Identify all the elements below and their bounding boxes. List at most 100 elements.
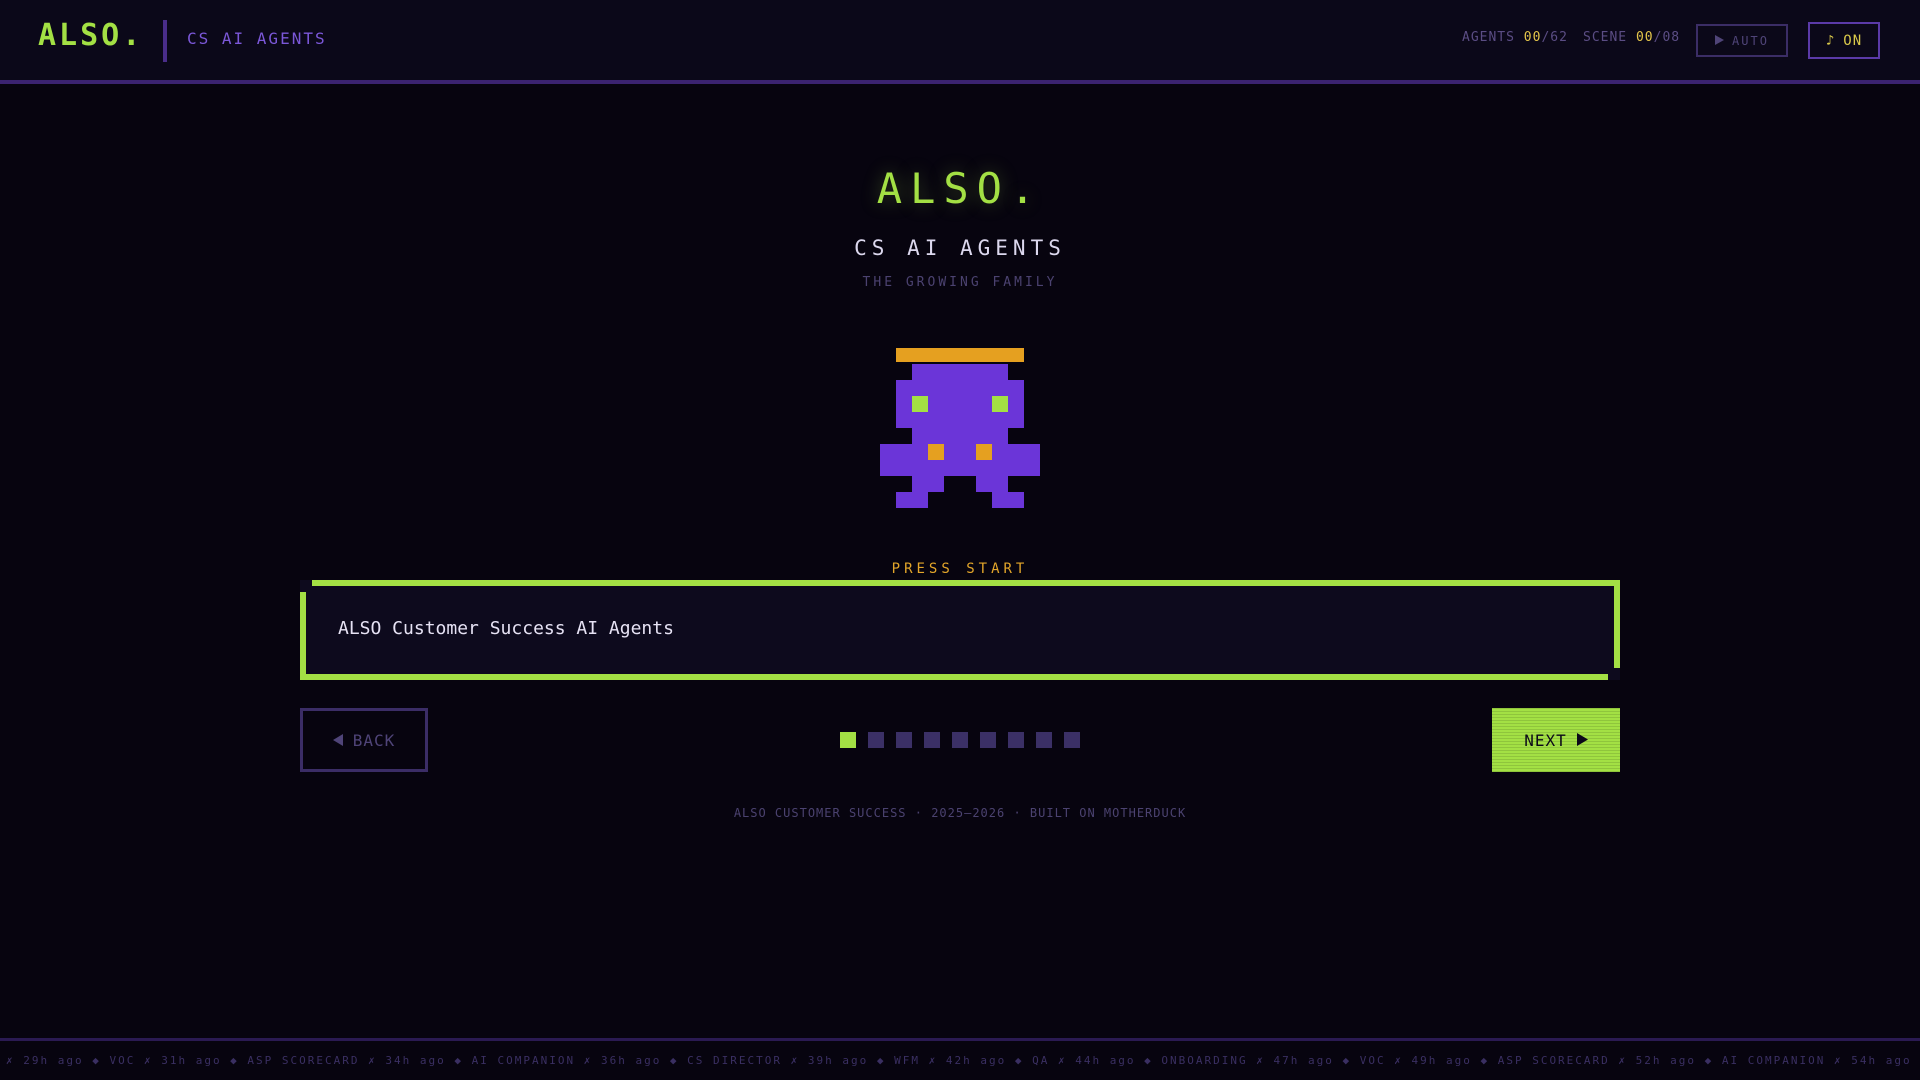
- sprite-body-pixel: [960, 460, 976, 476]
- music-note-icon: ♪: [1825, 32, 1836, 49]
- sprite-body-pixel: [1024, 460, 1040, 476]
- back-label: BACK: [352, 730, 396, 750]
- sprite-body-pixel: [912, 380, 928, 396]
- sprite-body-pixel: [1008, 380, 1024, 396]
- sprite-body-pixel: [928, 364, 944, 380]
- arrow-left-icon: [332, 731, 343, 750]
- sprite-body-pixel: [912, 492, 928, 508]
- agents-current: 00: [1523, 30, 1542, 45]
- sprite-body-pixel: [944, 364, 960, 380]
- scene-total: 08: [1662, 30, 1681, 45]
- sprite-body-pixel: [896, 396, 912, 412]
- auto-play-button[interactable]: AUTO: [1696, 24, 1788, 57]
- hero-tagline: THE GROWING FAMILY: [862, 275, 1058, 290]
- sprite-body-pixel: [912, 364, 928, 380]
- page-dot-2[interactable]: [868, 732, 884, 748]
- page-dot-9[interactable]: [1064, 732, 1080, 748]
- sound-toggle-button[interactable]: ♪ ON: [1808, 22, 1880, 59]
- back-button[interactable]: BACK: [300, 708, 428, 772]
- sprite-body-pixel: [1008, 412, 1024, 428]
- sprite-button-pixel: [976, 444, 992, 460]
- sprite-body-pixel: [960, 412, 976, 428]
- sprite-body-pixel: [1008, 396, 1024, 412]
- dialog-border-bottom: [300, 674, 1608, 680]
- sprite-body-pixel: [976, 476, 992, 492]
- sprite-body-pixel: [944, 460, 960, 476]
- page-dot-8[interactable]: [1036, 732, 1052, 748]
- sprite-eye-pixel: [992, 396, 1008, 412]
- sprite-body-pixel: [944, 380, 960, 396]
- sprite-body-pixel: [976, 364, 992, 380]
- sprite-button-pixel: [928, 444, 944, 460]
- press-start-prompt: PRESS START: [891, 561, 1029, 577]
- sprite-body-pixel: [992, 492, 1008, 508]
- dialog-box: ALSO Customer Success AI Agents: [300, 580, 1620, 680]
- footer-credits: ALSO CUSTOMER SUCCESS · 2025–2026 · BUIL…: [733, 806, 1187, 820]
- dialog-border-left: [300, 592, 306, 680]
- page-dot-7[interactable]: [1008, 732, 1024, 748]
- sprite-body-pixel: [1024, 444, 1040, 460]
- sprite-body-pixel: [1008, 444, 1024, 460]
- scene-counter: SCENE 00/08: [1583, 30, 1681, 45]
- sprite-body-pixel: [896, 380, 912, 396]
- sprite-crown-pixel: [896, 348, 912, 362]
- sprite-body-pixel: [992, 460, 1008, 476]
- sprite-body-pixel: [928, 460, 944, 476]
- sprite-body-pixel: [960, 364, 976, 380]
- sprite-body-pixel: [912, 476, 928, 492]
- sprite-body-pixel: [960, 444, 976, 460]
- sprite-body-pixel: [896, 492, 912, 508]
- sprite-body-pixel: [960, 396, 976, 412]
- agents-total: 62: [1550, 30, 1568, 45]
- page-dot-1[interactable]: [840, 732, 856, 748]
- sprite-body-pixel: [976, 428, 992, 444]
- sprite-body-pixel: [992, 476, 1008, 492]
- hero-subtitle: CS AI AGENTS: [854, 236, 1066, 260]
- sprite-crown-pixel: [976, 348, 992, 362]
- top-bar: ALSO. CS AI AGENTS AGENTS 00/62 SCENE 00…: [0, 0, 1920, 84]
- sprite-body-pixel: [896, 444, 912, 460]
- sprite-crown-pixel: [960, 348, 976, 362]
- scene-label: SCENE: [1583, 30, 1628, 45]
- page-dot-4[interactable]: [924, 732, 940, 748]
- sprite-body-pixel: [944, 428, 960, 444]
- sprite-crown-pixel: [928, 348, 944, 362]
- sprite-body-pixel: [912, 460, 928, 476]
- auto-label: AUTO: [1732, 33, 1769, 48]
- sprite-body-pixel: [1008, 460, 1024, 476]
- sprite-body-pixel: [880, 444, 896, 460]
- hero-title: ALSO.: [876, 164, 1044, 213]
- sprite-body-pixel: [928, 428, 944, 444]
- play-icon: [1715, 34, 1725, 48]
- arrow-right-icon: [1576, 731, 1588, 750]
- dialog-border-top: [312, 580, 1620, 586]
- sprite-body-pixel: [944, 396, 960, 412]
- next-label: NEXT: [1524, 730, 1567, 750]
- sprite-crown-pixel: [1008, 348, 1024, 362]
- sprite-body-pixel: [944, 412, 960, 428]
- dialog-text: ALSO Customer Success AI Agents: [338, 618, 674, 639]
- dialog-border-right: [1614, 580, 1620, 668]
- sprite-eye-pixel: [912, 396, 928, 412]
- ticker-text: ✗ 29h ago ◆ VOC ✗ 31h ago ◆ ASP SCORECAR…: [6, 1054, 1920, 1067]
- page-dot-6[interactable]: [980, 732, 996, 748]
- sprite-body-pixel: [976, 412, 992, 428]
- scene-current: 00: [1635, 30, 1654, 45]
- next-button[interactable]: NEXT: [1492, 708, 1620, 772]
- sprite-body-pixel: [944, 444, 960, 460]
- sprite-body-pixel: [992, 444, 1008, 460]
- activity-ticker: ✗ 29h ago ◆ VOC ✗ 31h ago ◆ ASP SCORECAR…: [0, 1038, 1920, 1080]
- sprite-crown-pixel: [912, 348, 928, 362]
- sprite-body-pixel: [896, 412, 912, 428]
- sprite-body-pixel: [960, 380, 976, 396]
- app-subtitle: CS AI AGENTS: [187, 29, 327, 48]
- sprite-body-pixel: [992, 412, 1008, 428]
- brand-logo: ALSO.: [38, 18, 144, 53]
- sprite-body-pixel: [992, 364, 1008, 380]
- sprite-body-pixel: [880, 460, 896, 476]
- page-dot-5[interactable]: [952, 732, 968, 748]
- page-dot-3[interactable]: [896, 732, 912, 748]
- sprite-body-pixel: [928, 476, 944, 492]
- sprite-crown-pixel: [992, 348, 1008, 362]
- sprite-body-pixel: [912, 444, 928, 460]
